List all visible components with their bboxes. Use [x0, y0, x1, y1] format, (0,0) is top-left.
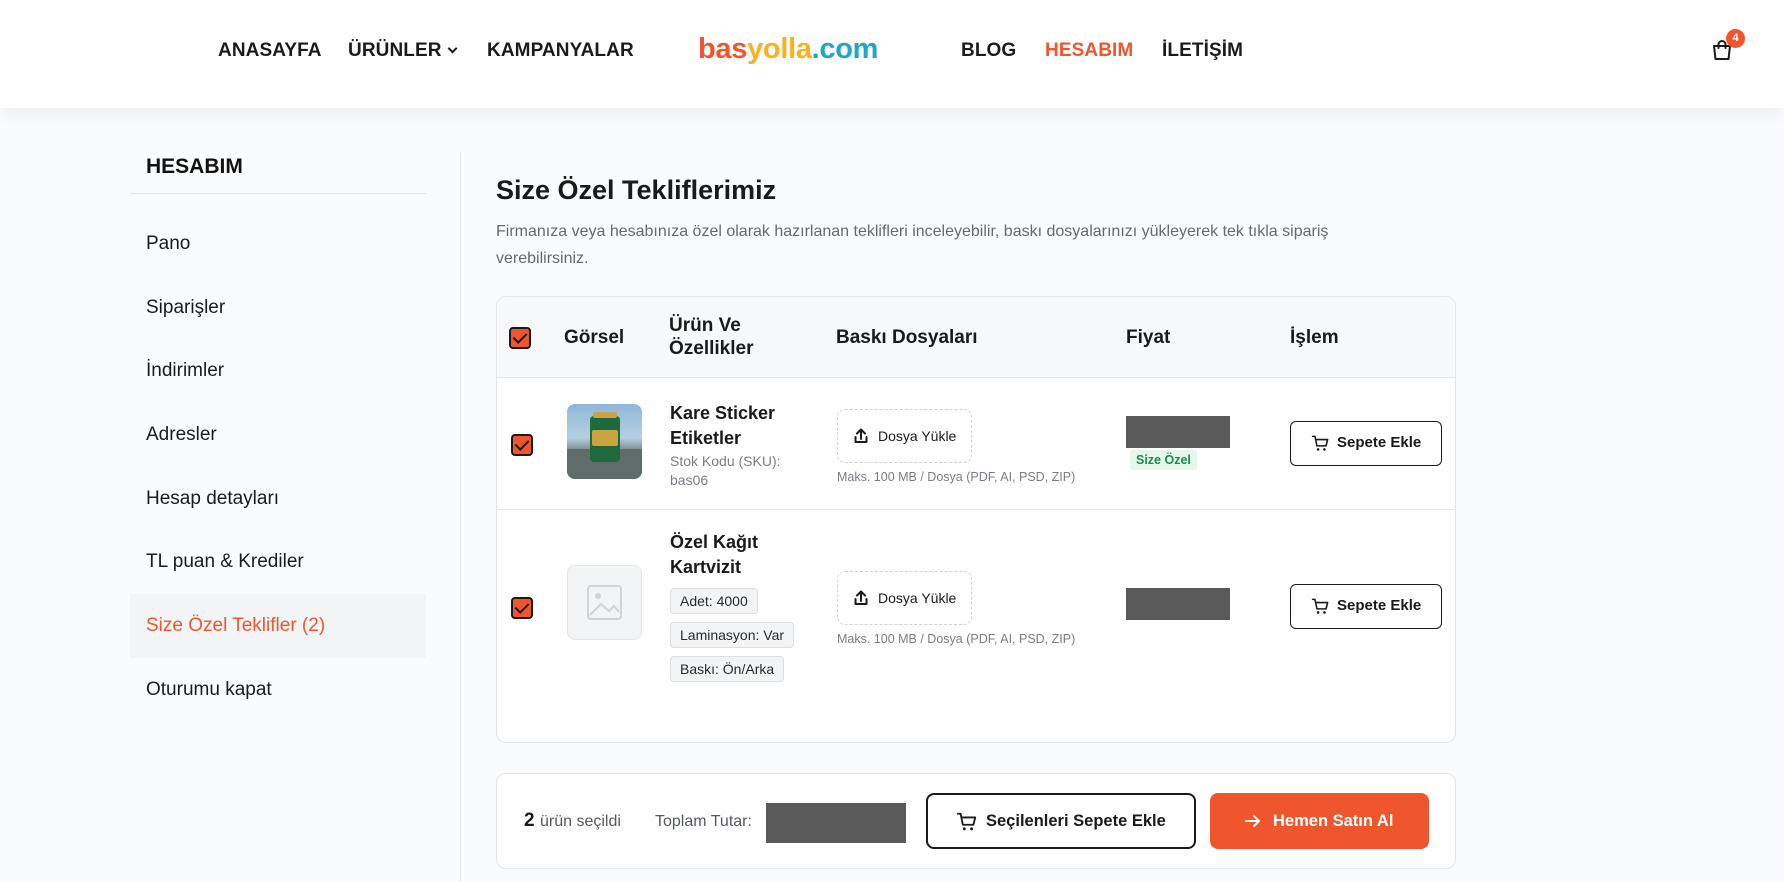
product-sku-label: Stok Kodu (SKU):	[670, 453, 781, 469]
spec-chip-adet: Adet: 4000	[670, 588, 758, 614]
page-description: Firmanıza veya hesabınıza özel olarak ha…	[496, 223, 1329, 267]
sidebar-item-indirimler[interactable]: İndirimler	[130, 339, 426, 403]
nav-kampanyalar[interactable]: KAMPANYALAR	[487, 40, 634, 62]
nav-iletisim[interactable]: İLETİŞİM	[1162, 40, 1243, 62]
buy-now-button[interactable]: Hemen Satın Al	[1210, 793, 1429, 849]
sidebar-title: HESABIM	[146, 155, 243, 178]
nav-hesabim[interactable]: HESABIM	[1045, 40, 1133, 62]
selection-action-bar: 2 ürün seçildi Toplam Tutar: Seçilenleri…	[496, 773, 1456, 869]
price-redacted	[1126, 416, 1230, 448]
col-header-files: Baskı Dosyaları	[836, 327, 978, 348]
upload-limit-note: Maks. 100 MB / Dosya (PDF, AI, PSD, ZIP)	[837, 470, 1076, 484]
sidebar-item-tl-puan[interactable]: TL puan & Krediler	[130, 530, 426, 594]
sidebar-item-hesap-detaylari[interactable]: Hesap detayları	[130, 467, 426, 531]
col-header-price: Fiyat	[1126, 327, 1171, 348]
product-name-sticker: Kare Sticker Etiketler	[670, 401, 775, 451]
upload-label: Dosya Yükle	[878, 590, 957, 606]
total-amount-redacted	[766, 803, 906, 843]
product-name-businesscard: Özel Kağıt Kartvizit	[670, 530, 758, 580]
cart-icon	[1311, 435, 1329, 451]
spec-chip-laminasyon: Laminasyon: Var	[670, 622, 795, 648]
price-redacted	[1126, 588, 1230, 620]
add-to-cart-label: Sepete Ekle	[1337, 597, 1422, 614]
product-image-sticker[interactable]	[567, 404, 642, 479]
col-header-product-line1: Ürün Ve	[669, 315, 741, 336]
selected-count: 2	[524, 810, 535, 831]
col-header-product-line2: Özellikler	[669, 338, 754, 359]
row-divider	[497, 509, 1455, 510]
product-sku: Stok Kodu (SKU): bas06	[670, 452, 781, 490]
buy-now-label: Hemen Satın Al	[1273, 812, 1394, 830]
cart-count-badge: 4	[1726, 29, 1745, 48]
cart-icon	[956, 812, 977, 831]
add-selected-label: Seçilenleri Sepete Ekle	[986, 812, 1166, 830]
nav-urunler-label: ÜRÜNLER	[348, 40, 442, 61]
add-to-cart-button[interactable]: Sepete Ekle	[1290, 421, 1442, 466]
spec-chip-baski: Baskı: Ön/Arka	[670, 656, 785, 682]
sidebar-item-adresler[interactable]: Adresler	[130, 403, 426, 467]
add-selected-to-cart-button[interactable]: Seçilenleri Sepete Ekle	[926, 793, 1196, 849]
add-to-cart-label: Sepete Ekle	[1337, 434, 1422, 451]
image-placeholder-icon	[587, 585, 622, 620]
cart-icon	[1311, 598, 1329, 614]
col-header-action: İşlem	[1290, 327, 1339, 348]
product-name-sticker-line1: Kare Sticker	[670, 403, 776, 423]
selected-text: ürün seçildi	[540, 813, 621, 830]
total-label: Toplam Tutar:	[655, 813, 752, 830]
sidebar-item-size-ozel-teklifler[interactable]: Size Özel Teklifler (2)	[130, 594, 426, 658]
product-image-placeholder[interactable]	[567, 565, 642, 640]
col-header-image: Görsel	[564, 327, 625, 348]
upload-icon	[854, 428, 868, 443]
special-offer-tag: Size Özel	[1130, 450, 1197, 470]
row-2-checkbox[interactable]	[511, 597, 533, 619]
site-header: ANASAYFA ÜRÜNLER KAMPANYALAR basyolla.co…	[0, 0, 1784, 108]
product-sku-value: bas06	[670, 472, 709, 488]
sidebar-item-oturumu-kapat[interactable]: Oturumu kapat	[130, 658, 426, 722]
logo-part-3: .com	[811, 33, 879, 65]
nav-anasayfa[interactable]: ANASAYFA	[218, 40, 322, 62]
logo-part-2: yolla	[747, 33, 812, 65]
upload-icon	[854, 590, 868, 605]
sidebar-item-siparisler[interactable]: Siparişler	[130, 276, 426, 340]
sidebar-divider	[130, 193, 426, 194]
select-all-checkbox[interactable]	[509, 327, 531, 349]
upload-file-button[interactable]: Dosya Yükle	[837, 571, 972, 625]
col-header-product: Ürün Ve Özellikler	[669, 314, 754, 360]
product-name-businesscard-line1: Özel Kağıt	[670, 532, 759, 552]
product-name-businesscard-line2: Kartvizit	[670, 557, 742, 577]
sticker-product-photo	[567, 412, 642, 479]
row-1-checkbox[interactable]	[511, 434, 533, 456]
arrow-right-icon	[1245, 815, 1260, 827]
sidebar-separator	[460, 152, 461, 882]
add-to-cart-button[interactable]: Sepete Ekle	[1290, 584, 1442, 629]
chevron-down-icon	[447, 43, 458, 54]
sidebar-item-pano[interactable]: Pano	[130, 212, 426, 276]
nav-urunler[interactable]: ÜRÜNLER	[348, 40, 458, 62]
nav-blog[interactable]: BLOG	[961, 40, 1016, 62]
logo-part-1: bas	[698, 33, 748, 65]
table-header: Görsel Ürün Ve Özellikler Baskı Dosyalar…	[497, 297, 1455, 378]
page-title: Size Özel Tekliflerimiz	[496, 175, 777, 205]
offers-table: Görsel Ürün Ve Özellikler Baskı Dosyalar…	[496, 296, 1456, 743]
product-name-sticker-line2: Etiketler	[670, 428, 742, 448]
upload-limit-note: Maks. 100 MB / Dosya (PDF, AI, PSD, ZIP)	[837, 632, 1076, 646]
upload-label: Dosya Yükle	[878, 428, 957, 444]
upload-file-button[interactable]: Dosya Yükle	[837, 409, 972, 463]
site-logo[interactable]: basyolla.com	[698, 33, 878, 66]
